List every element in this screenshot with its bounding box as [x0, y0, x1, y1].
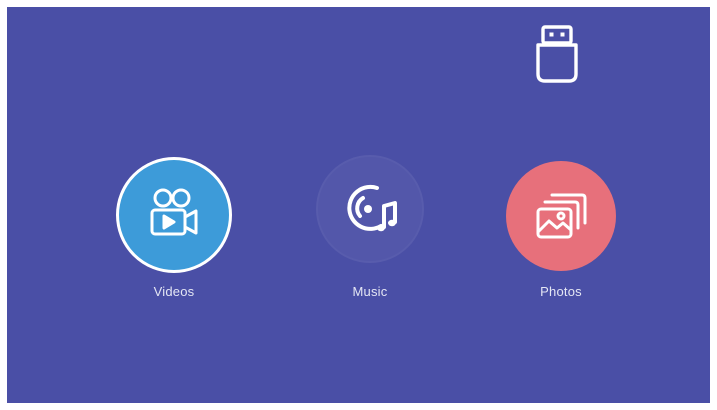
photos-label: Photos	[540, 284, 582, 299]
menu-item-videos[interactable]: Videos	[104, 157, 244, 307]
usb-drive-icon[interactable]	[534, 24, 580, 84]
music-disc-icon	[347, 184, 397, 232]
photos-circle[interactable]	[506, 161, 616, 271]
music-label: Music	[352, 284, 388, 299]
music-circle[interactable]	[318, 157, 422, 261]
menu-item-music[interactable]: Music	[300, 157, 440, 307]
photos-icon	[536, 193, 587, 239]
menu-item-photos[interactable]: Photos	[491, 157, 631, 307]
videos-circle[interactable]	[116, 157, 232, 273]
videos-label: Videos	[153, 284, 195, 299]
media-player-screen: Videos Music Photos	[7, 7, 710, 403]
video-camera-icon	[150, 188, 198, 236]
